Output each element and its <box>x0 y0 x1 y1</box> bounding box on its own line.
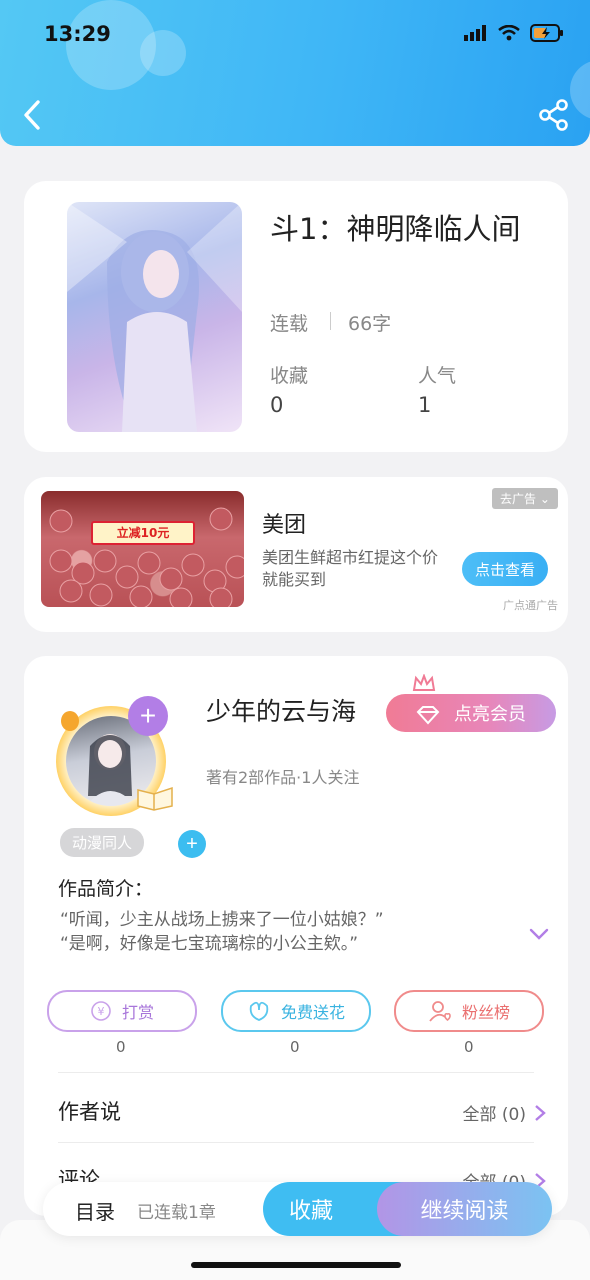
divider <box>58 1072 534 1073</box>
book-card: 斗1：神明降临人间 连载 66字 收藏 0 人气 1 <box>24 181 568 452</box>
reward-label: 打赏 <box>121 1003 154 1022</box>
decor-bubble <box>570 60 590 120</box>
intro-line: “听闻，少主从战场上掳来了一位小姑娘？” <box>60 910 384 930</box>
battery-icon <box>530 24 563 42</box>
add-tag-button[interactable]: + <box>178 830 206 858</box>
home-indicator <box>191 1262 401 1268</box>
crown-icon <box>412 674 436 691</box>
intro-label: 作品简介： <box>58 878 154 900</box>
coin-icon: ¥ <box>91 1001 111 1021</box>
ad-description: 美团生鲜超市红提这个价就能买到 <box>262 548 439 589</box>
status-time: 13:29 <box>44 22 111 46</box>
send-flower-button[interactable]: 免费送花 <box>221 990 371 1032</box>
toc-progress: 已连载1章 <box>137 1203 216 1223</box>
author-meta: 著有2部作品·1人关注 <box>206 768 360 787</box>
book-decor-icon <box>137 786 173 811</box>
stat-popularity-value: 1 <box>418 393 432 417</box>
reward-count: 0 <box>116 1038 126 1056</box>
ad-title: 美团 <box>262 513 307 538</box>
continue-reading-button[interactable]: 继续阅读 <box>377 1182 552 1236</box>
intro-line: “是啊，好像是七宝琉璃棕的小公主欸。” <box>60 934 359 954</box>
svg-text:¥: ¥ <box>97 1005 104 1018</box>
ad-view-button[interactable]: 点击查看 <box>462 552 548 586</box>
decor-bubble <box>140 30 186 76</box>
fans-count: 0 <box>464 1038 474 1056</box>
vip-button[interactable]: 点亮会员 <box>386 694 556 732</box>
ad-image[interactable]: 立减10元 <box>41 491 244 607</box>
genre-tag[interactable]: 动漫同人 <box>60 828 145 857</box>
send-flower-label: 免费送花 <box>280 1003 345 1022</box>
expand-chevron-icon[interactable] <box>528 926 550 942</box>
fans-rank-label: 粉丝榜 <box>461 1003 510 1022</box>
lantern-decor-icon <box>61 711 79 731</box>
chevron-right-icon <box>535 1104 546 1121</box>
signal-icon <box>464 25 486 41</box>
fans-icon <box>429 1001 451 1022</box>
chevron-down-icon: ⌄ <box>539 492 550 506</box>
stat-favorites-label: 收藏 <box>270 365 309 387</box>
ad-card[interactable]: 立减10元 美团 美团生鲜超市红提这个价就能买到 去广告 ⌄ 点击查看 广点通广… <box>24 477 568 632</box>
cover-art <box>67 202 242 432</box>
share-button[interactable] <box>538 98 570 132</box>
book-status: 连载 <box>270 313 309 335</box>
vip-button-label: 点亮会员 <box>454 704 526 724</box>
book-word-count: 66字 <box>348 313 392 335</box>
author-says-label: 作者说 <box>58 1100 121 1124</box>
author-name: 少年的云与海 <box>206 697 357 726</box>
book-title: 斗1：神明降临人间 <box>270 212 521 246</box>
toc-button[interactable]: 目录 <box>75 1196 115 1225</box>
flower-icon <box>249 1001 269 1021</box>
intro-text: “听闻，少主从战场上掳来了一位小姑娘？” “是啊，好像是七宝琉璃棕的小公主欸。” <box>60 908 520 956</box>
author-card: + 少年的云与海 点亮会员 著有2部作品·1人关注 动漫同人 + 作品简介： “… <box>24 656 568 1216</box>
author-says-all-link[interactable]: 全部 (0) <box>463 1100 546 1125</box>
wifi-icon <box>498 25 520 41</box>
fans-rank-button[interactable]: 粉丝榜 <box>394 990 544 1032</box>
flower-count: 0 <box>290 1038 300 1056</box>
stat-popularity-label: 人气 <box>418 365 457 387</box>
divider <box>330 312 331 330</box>
back-button[interactable] <box>18 96 52 134</box>
diamond-icon <box>416 706 440 725</box>
header: 13:29 <box>0 0 590 146</box>
ad-banner-text: 立减10元 <box>91 521 195 545</box>
ad-source: 广点通广告 <box>503 599 558 612</box>
author-says-all-text: 全部 (0) <box>462 1105 526 1125</box>
remove-ad-tag[interactable]: 去广告 ⌄ <box>492 488 558 509</box>
grapes-art <box>49 507 244 607</box>
reward-button[interactable]: ¥ 打赏 <box>47 990 197 1032</box>
status-icons <box>464 24 564 42</box>
bottom-bar: 目录 已连载1章 收藏 继续阅读 <box>43 1182 552 1236</box>
remove-ad-label: 去广告 <box>500 492 537 506</box>
stat-favorites-value: 0 <box>270 393 284 417</box>
divider <box>58 1142 534 1143</box>
follow-author-button[interactable]: + <box>128 696 168 736</box>
book-cover[interactable] <box>67 202 242 432</box>
